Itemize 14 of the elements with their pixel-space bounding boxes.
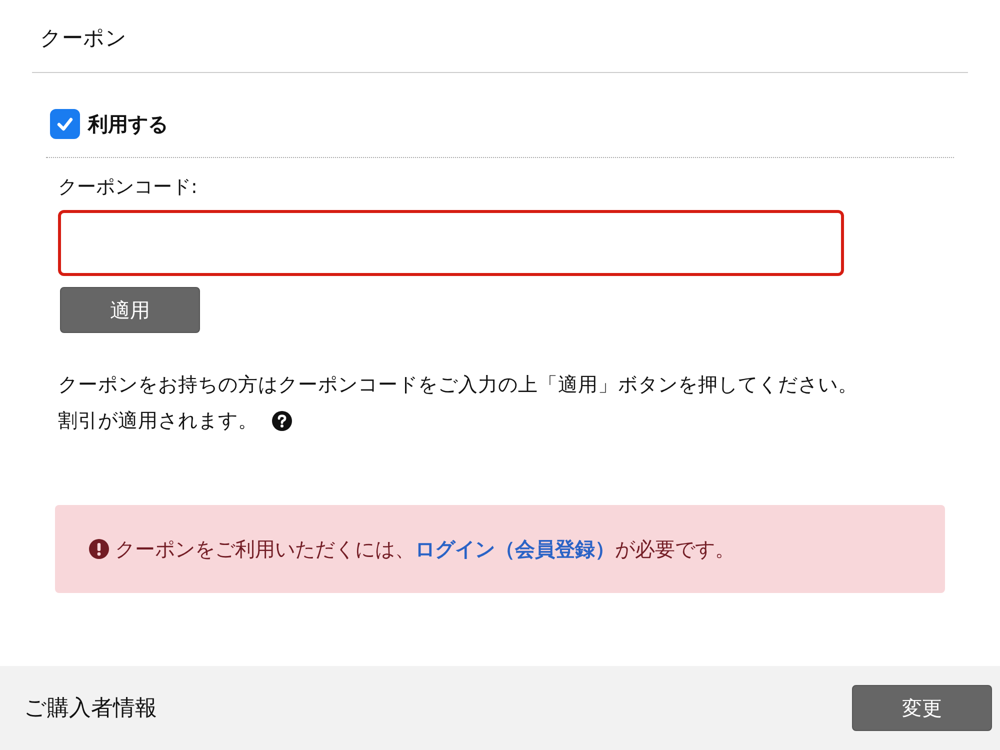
- apply-button[interactable]: 適用: [60, 287, 200, 333]
- exclamation-icon: [89, 539, 109, 559]
- login-link[interactable]: ログイン（会員登録）: [415, 536, 615, 560]
- footer-title: ご購入者情報: [24, 695, 157, 723]
- change-button[interactable]: 変更: [852, 685, 992, 731]
- checkbox-label: 利用する: [88, 110, 168, 138]
- help-text: 割引が適用されます。: [58, 408, 258, 434]
- section-title: クーポン: [39, 25, 128, 52]
- help-icon[interactable]: [272, 411, 292, 431]
- checkbox[interactable]: [50, 109, 80, 139]
- field-label: クーポンコード:: [58, 175, 198, 200]
- coupon-code-field[interactable]: [58, 210, 844, 276]
- alert-message: クーポンをご利用いただくには、ログイン（会員登録）が必要です。: [115, 536, 735, 562]
- help-text: クーポンをお持ちの方はクーポンコードをご入力の上「適用」ボタンを押してください。: [58, 372, 859, 398]
